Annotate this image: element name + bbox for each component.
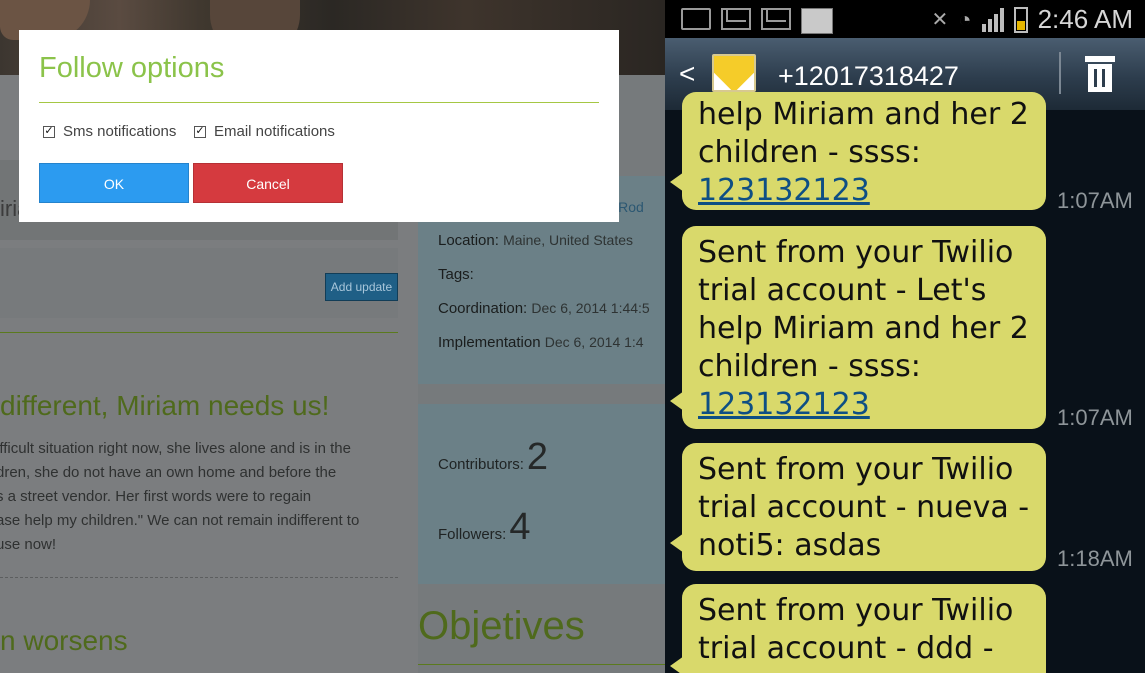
trash-icon[interactable] <box>1085 56 1115 92</box>
story-line: dren, she do not have an own home and be… <box>0 464 337 481</box>
implementation-row: Implementation Dec 6, 2014 1:4 <box>438 334 644 351</box>
card-icon <box>801 8 833 34</box>
followers-count: 4 <box>509 506 531 548</box>
coordination-row: Coordination: Dec 6, 2014 1:44:5 <box>438 300 650 317</box>
story-line: ase help my children." We can not remain… <box>0 512 360 529</box>
message-line: help Miriam and her 2 <box>698 311 1029 346</box>
stats-box <box>418 404 665 584</box>
sms-notifications-option[interactable]: ✓ Sms notifications <box>43 123 176 140</box>
divider <box>0 332 398 333</box>
message-line: help Miriam and her 2 <box>698 97 1029 132</box>
dashed-divider <box>0 577 398 578</box>
message-line: trial account - nueva - <box>698 490 1030 525</box>
message-bubble[interactable]: Sent from your Twilio trial account - Le… <box>670 226 1046 429</box>
message-time: 1:07AM <box>1057 188 1133 213</box>
sms-checkbox[interactable]: ✓ <box>43 125 55 138</box>
objetives-title: Objetives <box>418 604 585 648</box>
cancel-button[interactable]: Cancel <box>193 163 343 203</box>
gmail-icon <box>761 8 791 30</box>
email-notifications-option[interactable]: ✓ Email notifications <box>194 123 335 140</box>
message-line: noti5: asdas <box>698 528 882 563</box>
message-link[interactable]: 123132123 <box>698 173 870 208</box>
dialog-divider <box>39 102 599 103</box>
message-bubble[interactable]: help Miriam and her 2 children - ssss: 1… <box>670 92 1046 210</box>
message-line: Sent from your Twilio <box>698 235 1014 270</box>
message-line: trial account - ddd - <box>698 631 994 666</box>
implementation-label: Implementation <box>438 334 541 351</box>
story-line: use now! <box>0 536 57 553</box>
gmail-icon <box>721 8 751 30</box>
message-time: 1:07AM <box>1057 405 1133 430</box>
ok-button[interactable]: OK <box>39 163 189 203</box>
story-line: s a street vendor. Her first words were … <box>0 488 312 505</box>
location-value: Maine, United States <box>503 232 634 248</box>
email-checkbox[interactable]: ✓ <box>194 125 206 138</box>
contributors-count: 2 <box>526 436 549 478</box>
sms-label: Sms notifications <box>63 123 177 140</box>
story-title: different, Miriam needs us! <box>0 390 330 421</box>
signal-icon <box>981 7 1004 32</box>
message-bubble[interactable]: Sent from your Twilio trial account - dd… <box>670 584 1046 673</box>
location-label: Location: <box>438 232 499 249</box>
contributors-stat: Contributors:2 <box>438 436 548 479</box>
contributors-label: Contributors: <box>438 456 524 473</box>
implementation-value: Dec 6, 2014 1:4 <box>544 334 644 350</box>
add-update-button[interactable]: Add update <box>325 273 398 301</box>
status-bar: ✕ ◔ 2:46 AM <box>665 0 1145 38</box>
followers-stat: Followers:4 <box>438 506 531 549</box>
coordination-label: Coordination: <box>438 300 528 317</box>
objetives-divider <box>418 664 665 665</box>
story-text: ifficult situation right now, she lives … <box>0 437 398 557</box>
follow-options-dialog: Follow options ✓ Sms notifications ✓ Ema… <box>19 30 619 222</box>
phone-screen: ✕ ◔ 2:46 AM < +12017318427 help Miriam a… <box>665 0 1145 673</box>
email-label: Email notifications <box>214 123 335 140</box>
message-line: Sent from your Twilio <box>698 593 1014 628</box>
followers-label: Followers: <box>438 526 507 543</box>
tags-label: Tags: <box>438 266 474 283</box>
location-row: Location: Maine, United States <box>438 232 633 249</box>
section-title-worsens: n worsens <box>0 625 128 656</box>
wifi-icon: ◔ <box>958 6 972 32</box>
message-line: children - ssss: <box>698 135 921 170</box>
message-envelope-icon <box>712 54 756 92</box>
coordination-value: Dec 6, 2014 1:44:5 <box>531 300 650 316</box>
contact-number: +12017318427 <box>778 61 959 91</box>
message-line: trial account - Let's <box>698 273 987 308</box>
story-line: ifficult situation right now, she lives … <box>0 440 351 457</box>
mute-icon: ✕ <box>931 9 949 31</box>
message-bubble[interactable]: Sent from your Twilio trial account - nu… <box>670 443 1046 571</box>
message-line: children - ssss: <box>698 349 921 384</box>
status-clock: 2:46 AM <box>1037 4 1133 34</box>
battery-icon <box>1013 6 1028 33</box>
message-line: Sent from your Twilio <box>698 452 1014 487</box>
tags-row: Tags: <box>438 266 474 283</box>
camera-icon <box>681 8 711 30</box>
header-divider <box>1059 52 1061 94</box>
dialog-title: Follow options <box>39 52 225 84</box>
message-link[interactable]: 123132123 <box>698 387 870 422</box>
back-icon[interactable]: < <box>679 58 695 90</box>
message-time: 1:18AM <box>1057 546 1133 571</box>
